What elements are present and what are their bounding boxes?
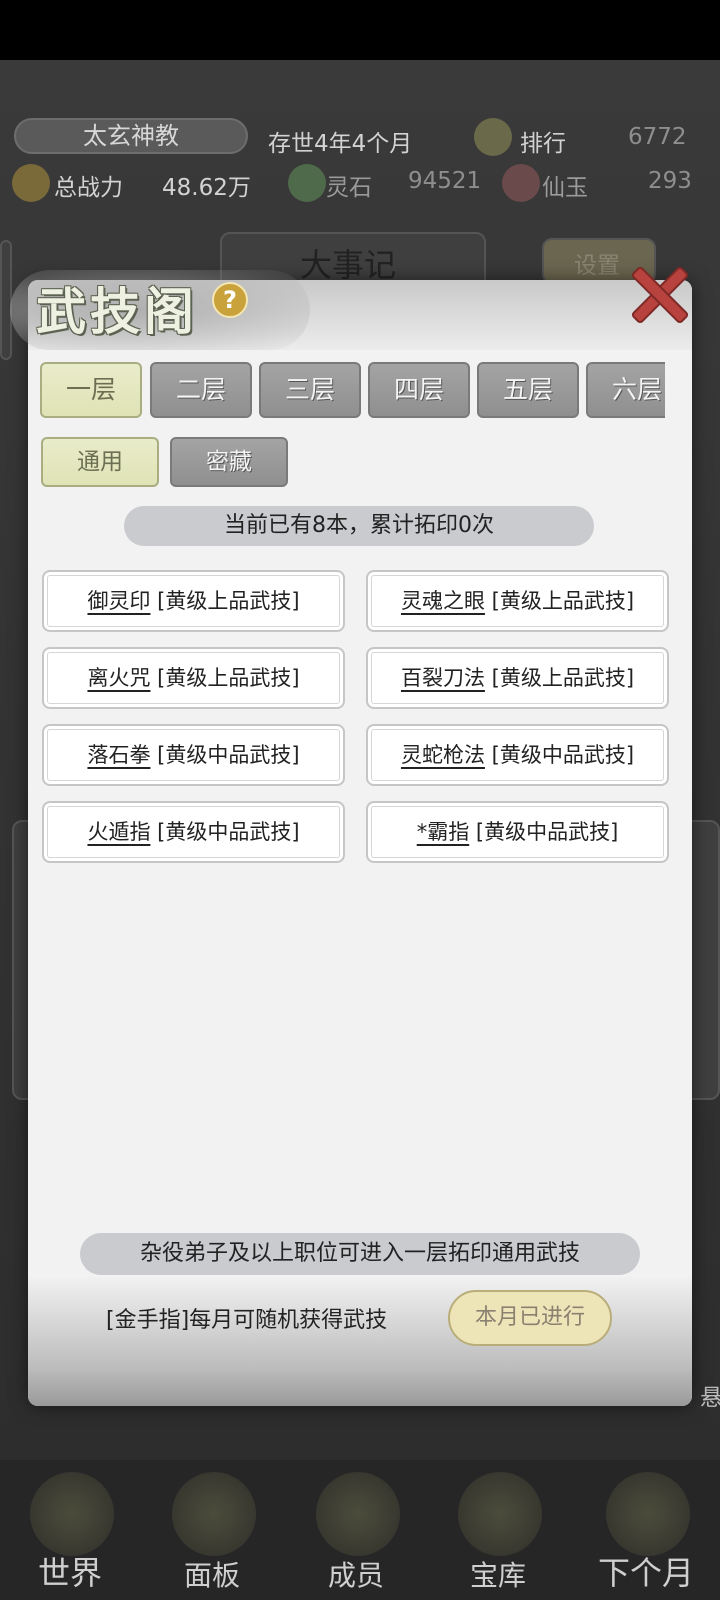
moon-icon	[606, 1472, 690, 1556]
skill-grade: [黄级上品武技]	[157, 666, 300, 690]
skill-name: 御灵印	[87, 589, 151, 613]
skill-card[interactable]: *霸指 [黄级中品武技]	[366, 801, 669, 863]
sect-age: 存世4年4个月	[268, 131, 413, 157]
nav-world[interactable]: 世界	[10, 1460, 130, 1600]
subtab-general[interactable]: 通用	[41, 437, 159, 487]
skill-name: *霸指	[416, 820, 470, 844]
tab-floor-5[interactable]: 五层	[477, 362, 579, 418]
skill-grade: [黄级中品武技]	[475, 820, 619, 844]
tab-floor-3[interactable]: 三层	[259, 362, 361, 418]
skill-name: 百裂刀法	[400, 666, 485, 690]
settings-label: 设置	[574, 253, 620, 279]
skill-grade: [黄级中品武技]	[157, 743, 300, 767]
skill-grade: [黄级中品武技]	[157, 820, 300, 844]
spirit-stone-icon	[288, 164, 326, 202]
skill-name: 落石拳	[87, 743, 151, 767]
subtab-secret[interactable]: 密藏	[170, 437, 288, 487]
bottom-nav: 世界 面板 成员 宝库 下个月	[0, 1460, 720, 1600]
nav-panel[interactable]: 面板	[152, 1460, 272, 1600]
nav-label: 面板	[183, 1559, 240, 1592]
modal-title: 武技阁	[36, 282, 198, 341]
side-glyph: 悬	[700, 1385, 720, 1411]
jade-value: 293	[648, 168, 692, 194]
yin-yang-icon	[458, 1472, 542, 1556]
monthly-done-button[interactable]: 本月已进行	[448, 1290, 612, 1346]
sect-name-badge: 太玄神教	[14, 118, 248, 154]
access-rule-banner: 杂役弟子及以上职位可进入一层拓印通用武技	[80, 1233, 640, 1275]
nav-label: 成员	[327, 1559, 384, 1592]
nav-label: 宝库	[469, 1559, 526, 1592]
rank-value: 6772	[628, 124, 687, 150]
spirit-stone-label: 灵石	[326, 175, 372, 201]
tab-floor-6[interactable]: 六层	[586, 362, 665, 418]
nav-label: 世界	[37, 1554, 102, 1592]
skill-grade: [黄级上品武技]	[491, 589, 635, 613]
nav-next-month[interactable]: 下个月	[586, 1460, 706, 1600]
close-icon[interactable]	[628, 264, 686, 322]
skill-grade: [黄级中品武技]	[491, 743, 635, 767]
skill-card[interactable]: 火遁指 [黄级中品武技]	[42, 801, 345, 863]
power-label: 总战力	[54, 175, 123, 201]
skill-card[interactable]: 灵蛇枪法 [黄级中品武技]	[366, 724, 669, 786]
nav-treasury[interactable]: 宝库	[438, 1460, 558, 1600]
skill-name: 灵魂之眼	[400, 589, 485, 613]
tab-floor-1[interactable]: 一层	[40, 362, 142, 418]
skill-name: 离火咒	[87, 666, 151, 690]
status-bar	[0, 0, 720, 60]
summary-banner: 当前已有8本，累计拓印0次	[124, 506, 594, 546]
floor-tabs: 一层 二层 三层 四层 五层 六层	[40, 362, 665, 420]
help-icon[interactable]: ?	[212, 282, 248, 318]
spirit-stone-value: 94521	[408, 168, 482, 194]
power-value: 48.62万	[162, 175, 251, 201]
disciple-icon	[316, 1472, 400, 1556]
skill-card[interactable]: 灵魂之眼 [黄级上品武技]	[366, 570, 669, 632]
skill-card[interactable]: 御灵印 [黄级上品武技]	[42, 570, 345, 632]
skill-grade: [黄级上品武技]	[157, 589, 300, 613]
power-icon	[12, 164, 50, 202]
nav-members[interactable]: 成员	[296, 1460, 416, 1600]
globe-icon	[30, 1472, 114, 1556]
rank-label: 排行	[520, 131, 566, 157]
golden-finger-text: [金手指]每月可随机获得武技	[106, 1308, 388, 1333]
skill-name: 灵蛇枪法	[400, 743, 485, 767]
skill-grade: [黄级上品武技]	[491, 666, 635, 690]
tab-floor-4[interactable]: 四层	[368, 362, 470, 418]
skill-card[interactable]: 离火咒 [黄级上品武技]	[42, 647, 345, 709]
tab-floor-2[interactable]: 二层	[150, 362, 252, 418]
skill-name: 火遁指	[87, 820, 151, 844]
jade-label: 仙玉	[542, 175, 588, 201]
rank-icon	[474, 118, 512, 156]
skill-card[interactable]: 落石拳 [黄级中品武技]	[42, 724, 345, 786]
nav-label: 下个月	[597, 1554, 694, 1592]
jade-icon	[502, 164, 540, 202]
scroll-icon	[172, 1472, 256, 1556]
skill-card[interactable]: 百裂刀法 [黄级上品武技]	[366, 647, 669, 709]
